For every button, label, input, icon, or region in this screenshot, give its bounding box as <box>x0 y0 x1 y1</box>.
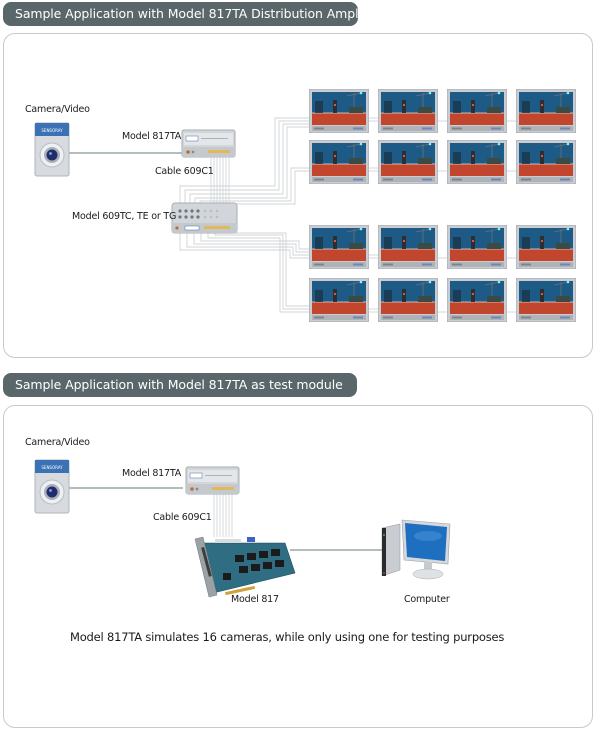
ribbon-cable-609c1 <box>213 493 233 537</box>
amplifier-label: Model 817TA <box>122 468 182 479</box>
computer-label: Computer <box>404 594 450 605</box>
board-label: Model 817 <box>231 594 279 605</box>
distribution-amplifier-icon <box>185 466 240 495</box>
test-module-wiring: SENSORAY <box>34 459 451 598</box>
cable-label: Cable 609C1 <box>153 512 212 523</box>
camera-icon: SENSORAY <box>34 459 70 514</box>
computer-icon <box>381 519 451 580</box>
camera-brand: SENSORAY <box>41 465 63 470</box>
test-module-caption: Model 817TA simulates 16 cameras, while … <box>70 630 505 644</box>
camera-label: Camera/Video <box>25 437 90 448</box>
capture-board-icon <box>194 536 296 598</box>
